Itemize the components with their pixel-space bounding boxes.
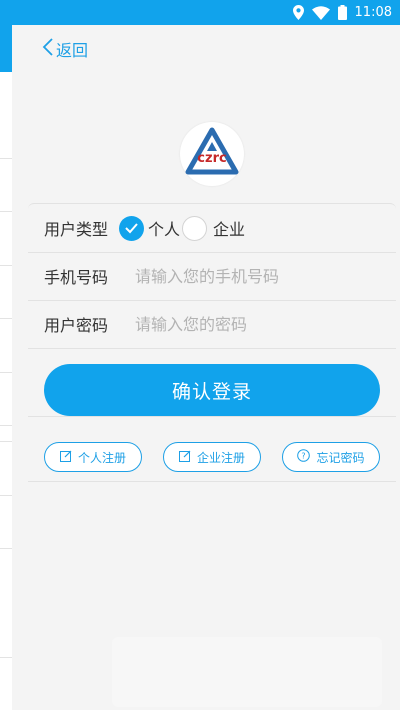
phone-input[interactable] [135, 266, 375, 286]
background-divider [0, 548, 12, 549]
background-divider [0, 211, 12, 212]
login-page: 返回 czrc 用户类型 个人 企业 手机号码 用户密码 [12, 25, 400, 710]
password-input[interactable] [135, 314, 375, 334]
background-divider [0, 657, 12, 658]
login-button[interactable]: 确认登录 [44, 364, 380, 416]
forgot-password-label: 忘记密码 [316, 450, 365, 465]
divider [28, 481, 396, 482]
enterprise-register-label: 企业注册 [196, 450, 245, 465]
status-time: 11:08 [354, 5, 392, 20]
user-type-label: 用户类型 [44, 220, 109, 239]
background-page-edge [0, 25, 12, 710]
divider [28, 416, 396, 417]
background-divider [0, 425, 12, 426]
status-icons: 11:08 [292, 0, 392, 25]
location-icon [292, 5, 312, 20]
background-divider [0, 265, 12, 266]
battery-icon [337, 5, 355, 20]
user-type-row: 用户类型 个人 企业 [28, 204, 396, 253]
password-row: 用户密码 [28, 300, 396, 349]
background-divider [0, 158, 12, 159]
question-circle-icon: ? [297, 449, 316, 465]
background-divider [0, 441, 12, 442]
user-type-radio-group: 个人 企业 [119, 215, 247, 241]
checkmark-icon [125, 223, 138, 234]
svg-text:?: ? [302, 452, 306, 461]
logo: czrc [180, 122, 244, 186]
background-divider [0, 495, 12, 496]
forgot-password-button[interactable]: ? 忘记密码 [282, 442, 380, 472]
enterprise-register-button[interactable]: 企业注册 [163, 442, 261, 472]
password-label: 用户密码 [44, 316, 109, 335]
back-button[interactable]: 返回 [42, 37, 88, 61]
wifi-icon [311, 5, 338, 20]
logo-text: czrc [197, 151, 226, 166]
background-divider [0, 372, 12, 373]
personal-register-label: 个人注册 [77, 450, 126, 465]
back-label: 返回 [56, 41, 89, 60]
login-form: 用户类型 个人 企业 手机号码 用户密码 [28, 203, 396, 349]
chevron-left-icon [42, 37, 56, 61]
edit-icon [178, 450, 197, 465]
personal-register-button[interactable]: 个人注册 [44, 442, 142, 472]
radio-personal-label[interactable]: 个人 [148, 216, 180, 240]
edit-icon [59, 450, 78, 465]
faint-overlay [112, 637, 382, 707]
phone-label: 手机号码 [44, 268, 109, 287]
status-bar: 11:08 [0, 0, 400, 25]
background-page-header [0, 25, 12, 72]
radio-personal[interactable] [119, 215, 144, 241]
background-divider [0, 318, 12, 319]
radio-enterprise-label[interactable]: 企业 [213, 216, 245, 240]
radio-enterprise[interactable] [182, 215, 208, 241]
phone-row: 手机号码 [28, 252, 396, 301]
